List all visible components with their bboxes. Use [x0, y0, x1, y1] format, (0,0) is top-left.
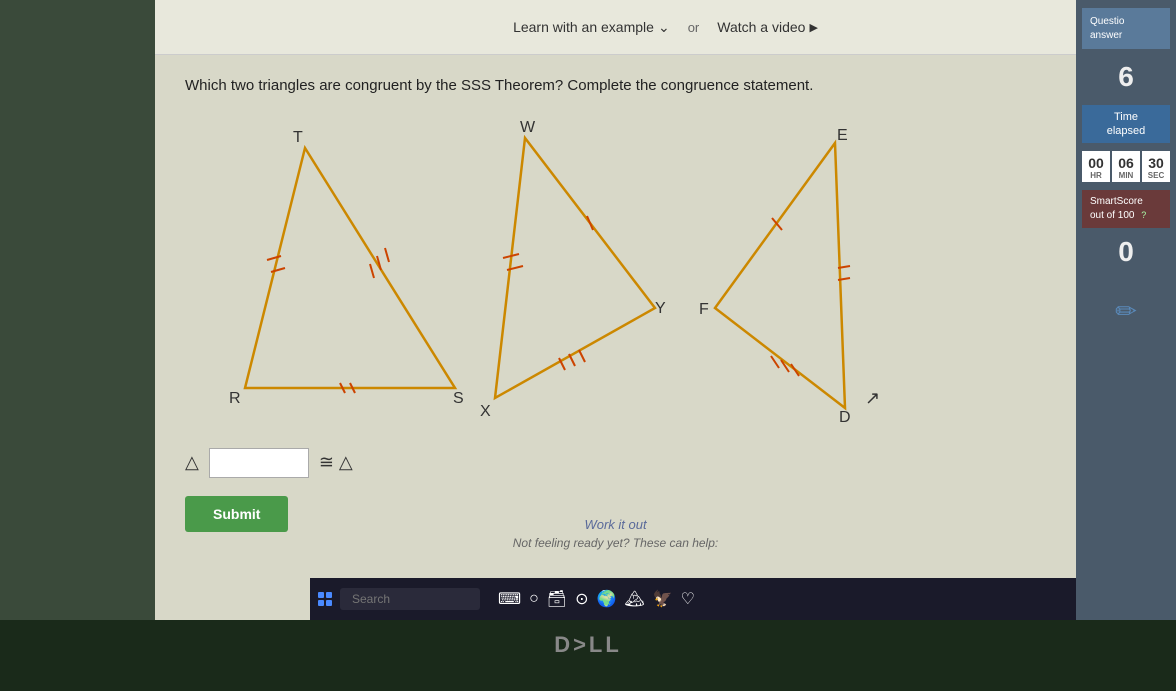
- label-E: E: [837, 127, 848, 144]
- timer-box: 00 HR 06 MIN 30 SEC: [1082, 151, 1170, 182]
- taskbar-icon-6[interactable]: 🏔: [624, 589, 644, 609]
- watch-link[interactable]: Watch a video ▶: [717, 19, 818, 35]
- smart-score-info-icon[interactable]: ?: [1141, 210, 1146, 220]
- smart-score-label: SmartScore out of 100 ?: [1082, 190, 1170, 228]
- timer-seconds: 30 SEC: [1142, 151, 1170, 182]
- tick-ts-3: [370, 264, 374, 278]
- top-bar: Learn with an example ⌄ or Watch a video…: [155, 0, 1176, 55]
- taskbar-icon-1[interactable]: ⌨: [498, 589, 521, 609]
- triangle-efd: [715, 143, 845, 408]
- triangles-svg: T R S W: [185, 118, 935, 428]
- play-icon: ▶: [809, 21, 817, 34]
- taskbar-icon-7[interactable]: 🦅: [653, 589, 673, 609]
- taskbar-icon-2[interactable]: ○: [529, 590, 539, 608]
- chevron-down-icon: ⌄: [658, 19, 670, 36]
- label-X: X: [480, 403, 491, 420]
- label-T: T: [293, 129, 303, 146]
- questions-answered-box: Questio answer: [1082, 8, 1170, 49]
- pencil-icon[interactable]: ✏: [1115, 296, 1137, 327]
- dell-logo: D>LL: [554, 632, 622, 658]
- learn-label: Learn with an example: [513, 19, 654, 35]
- taskbar-icon-4[interactable]: ⊙: [575, 589, 588, 609]
- timer-minutes: 06 MIN: [1112, 151, 1140, 182]
- question-text: Which two triangles are congruent by the…: [185, 75, 865, 98]
- timer-hours: 00 HR: [1082, 151, 1110, 182]
- start-button[interactable]: [318, 592, 332, 606]
- not-feeling-text: Not feeling ready yet? These can help:: [155, 536, 1076, 550]
- smart-score-number: 0: [1082, 236, 1170, 268]
- tick-tr-2: [271, 268, 285, 272]
- questions-count: 6: [1082, 57, 1170, 97]
- monitor-bottom: D>LL: [0, 620, 1176, 691]
- label-R: R: [229, 390, 241, 407]
- tick-tr-1: [267, 256, 281, 260]
- label-S: S: [453, 390, 464, 407]
- label-Y: Y: [655, 300, 666, 317]
- label-F: F: [699, 301, 709, 318]
- smart-score-text: SmartScore out of 100: [1090, 196, 1143, 221]
- taskbar-icon-5[interactable]: 🌍: [596, 589, 616, 609]
- label-D: D: [839, 409, 851, 426]
- learn-link[interactable]: Learn with an example ⌄: [513, 19, 670, 36]
- tick-xy-3: [579, 350, 585, 362]
- time-elapsed-label: Time elapsed: [1082, 105, 1170, 144]
- bottom-links: Work it out Not feeling ready yet? These…: [155, 517, 1076, 550]
- taskbar-icon-8[interactable]: ♡: [681, 589, 695, 609]
- work-it-out-link[interactable]: Work it out: [155, 517, 1076, 532]
- taskbar-icon-3[interactable]: 🗃: [547, 589, 567, 609]
- left-bezel: [0, 0, 155, 620]
- triangles-area: T R S W: [185, 118, 935, 428]
- time-elapsed-text: Time elapsed: [1107, 111, 1146, 137]
- tick-fd-3: [791, 364, 799, 376]
- taskbar: ⌨ ○ 🗃 ⊙ 🌍 🏔 🦅 ♡ ^ ⊙ ♦ ◫: [310, 578, 1176, 620]
- or-text: or: [688, 20, 700, 35]
- watch-label: Watch a video: [717, 19, 805, 35]
- taskbar-search[interactable]: [340, 588, 480, 610]
- triangle-trs: [245, 148, 455, 388]
- taskbar-icons: ⌨ ○ 🗃 ⊙ 🌍 🏔 🦅 ♡: [498, 589, 695, 609]
- tick-ts-2: [385, 248, 389, 262]
- tick-wy-1: [587, 216, 593, 230]
- screen: Learn with an example ⌄ or Watch a video…: [155, 0, 1176, 620]
- congruence-input[interactable]: [209, 448, 309, 478]
- congruent-symbol: ≅ △: [319, 452, 353, 473]
- right-panel: Questio answer 6 Time elapsed 00 HR 06 M…: [1076, 0, 1176, 620]
- questions-answered-label: Questio answer: [1090, 16, 1124, 41]
- answer-area: △ ≅ △: [185, 448, 1046, 478]
- monitor: Learn with an example ⌄ or Watch a video…: [0, 0, 1176, 691]
- triangle-symbol-left: △: [185, 452, 199, 473]
- label-W: W: [520, 119, 536, 136]
